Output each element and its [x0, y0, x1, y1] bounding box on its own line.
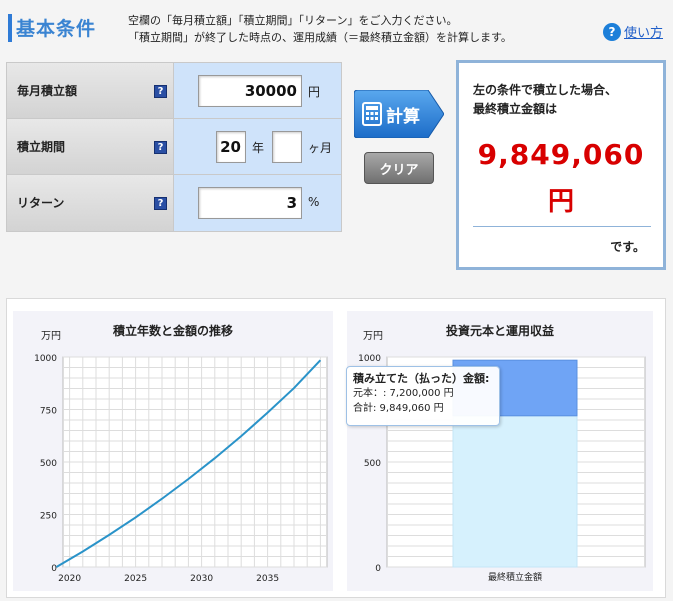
tooltip-principal: 元本：: 7,200,000 円	[353, 388, 454, 399]
result-description: 左の条件で積立した場合、 最終積立金額は	[473, 81, 617, 119]
header-description: 空欄の「毎月積立額」「積立期間」「リターン」をご入力ください。 「積立期間」が終…	[128, 12, 512, 46]
result-amount: 9,849,060	[477, 138, 645, 171]
label-cell-monthly: 毎月積立額 ?	[7, 63, 174, 118]
x-tick-label: 2020	[58, 574, 81, 584]
y-tick-label: 250	[40, 512, 57, 522]
years-unit: 年	[252, 141, 265, 155]
value-cell-monthly: 30000 円	[174, 63, 341, 118]
label-monthly: 毎月積立額	[17, 84, 78, 98]
description-line-2: 「積立期間」が終了した時点の、運用成績（＝最終積立金額）を計算します。	[128, 31, 512, 44]
calculator-icon	[362, 102, 382, 126]
result-line-1: 左の条件で積立した場合、	[473, 83, 618, 97]
question-icon[interactable]: ?	[154, 197, 167, 210]
bar-chart: 投資元本と運用収益万円 0 500 1000 最終積立金額	[358, 323, 646, 583]
header: 基本条件 空欄の「毎月積立額」「積立期間」「リターン」をご入力ください。 「積立…	[0, 0, 673, 56]
y-axis-unit: 万円	[363, 331, 383, 342]
monthly-amount-input[interactable]: 30000	[198, 75, 302, 107]
chart-title: 積立年数と金額の推移	[112, 323, 233, 338]
y-axis-unit: 万円	[41, 331, 61, 342]
row-monthly: 毎月積立額 ? 30000 円	[7, 63, 341, 119]
calculate-button[interactable]: 計算	[354, 90, 444, 138]
x-category-label: 最終積立金額	[488, 571, 542, 583]
tooltip-total: 合計: 9,849,060 円	[353, 403, 444, 414]
value-cell-period: 20 年 ヶ月	[174, 119, 341, 174]
bar-principal	[452, 415, 578, 568]
y-tick-label: 1000	[34, 354, 57, 364]
calculate-label: 計算	[386, 107, 420, 127]
chart-panel: 積立年数と金額の推移万円 0 250 500 750 1000 2020 2025 2030 20…	[6, 298, 666, 598]
question-icon[interactable]: ?	[154, 141, 167, 154]
return-rate-input[interactable]: 3	[198, 187, 302, 219]
result-box: 左の条件で積立した場合、 最終積立金額は 9,849,060 円 です。	[456, 60, 666, 270]
description-line-1: 空欄の「毎月積立額」「積立期間」「リターン」をご入力ください。	[128, 14, 458, 27]
y-tick-label: 1000	[358, 354, 381, 364]
label-cell-return: リターン ?	[7, 175, 174, 231]
label-cell-period: 積立期間 ?	[7, 119, 174, 174]
y-tick-label: 0	[51, 564, 57, 574]
y-tick-label: 0	[375, 564, 381, 574]
result-yen: 円	[547, 187, 574, 217]
y-tick-label: 500	[364, 459, 381, 469]
page-title: 基本条件	[16, 18, 97, 40]
x-tick-label: 2025	[124, 574, 147, 584]
monthly-unit: 円	[308, 85, 321, 99]
help-circle-icon[interactable]: ?	[603, 22, 621, 41]
clear-button[interactable]: クリア	[364, 152, 434, 184]
result-divider	[473, 226, 651, 227]
result-suffix: です。	[610, 240, 645, 254]
label-return: リターン	[17, 196, 65, 210]
x-tick-label: 2035	[256, 574, 279, 584]
bar-tooltip: 積み立てた（払った）金額: 元本：: 7,200,000 円 合計: 9,849…	[346, 366, 500, 426]
chart-title: 投資元本と運用収益	[446, 323, 554, 338]
question-icon[interactable]: ?	[154, 85, 167, 98]
line-chart: 積立年数と金額の推移万円 0 250 500 750 1000 2020 2025 2030 20…	[34, 323, 328, 584]
row-period: 積立期間 ? 20 年 ヶ月	[7, 119, 341, 175]
y-tick-label: 500	[40, 459, 57, 469]
header-accent-bar	[8, 14, 12, 42]
result-line-2: 最終積立金額は	[473, 102, 558, 116]
tooltip-title: 積み立てた（払った）金額:	[353, 372, 490, 385]
line-chart-container: 積立年数と金額の推移万円 0 250 500 750 1000 2020 2025 2030 20…	[13, 311, 333, 591]
label-period: 積立期間	[17, 140, 66, 154]
bar-chart-container: 投資元本と運用収益万円 0 500 1000 最終積立金額	[347, 311, 653, 591]
help-link-group[interactable]: ? 使い方	[603, 22, 663, 41]
input-form: 毎月積立額 ? 30000 円 積立期間 ? 20 年 ヶ月 リターン ? 3 …	[6, 62, 342, 232]
x-tick-label: 2030	[190, 574, 213, 584]
months-unit: ヶ月	[308, 141, 333, 155]
row-return: リターン ? 3 %	[7, 175, 341, 231]
period-years-input[interactable]: 20	[216, 131, 246, 163]
help-link[interactable]: 使い方	[624, 22, 663, 41]
period-months-input[interactable]	[272, 131, 302, 163]
value-cell-return: 3 %	[174, 175, 341, 231]
y-tick-label: 750	[40, 407, 57, 417]
return-unit: %	[308, 195, 320, 209]
